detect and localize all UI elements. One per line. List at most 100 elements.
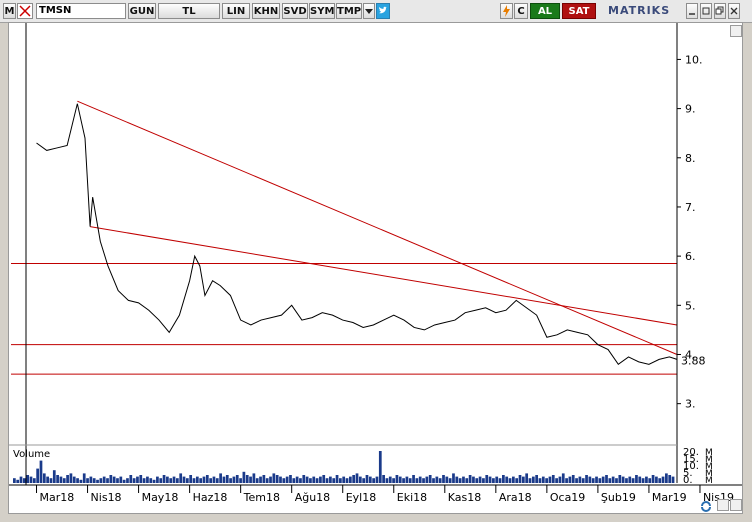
volume-bar <box>225 475 229 483</box>
volume-bar <box>402 478 405 483</box>
volume-bar <box>358 476 362 483</box>
volume-bar <box>498 478 502 483</box>
scale-button-khn[interactable]: KHN <box>252 3 280 19</box>
volume-bar <box>502 475 505 483</box>
volume-bar <box>152 479 156 483</box>
volume-bar <box>588 476 592 483</box>
volume-bar <box>315 478 319 483</box>
volume-bar <box>488 476 492 483</box>
period-button[interactable]: GUN <box>128 3 156 19</box>
trend-line <box>77 100 678 355</box>
volume-bar <box>575 478 578 483</box>
volume-bar <box>242 471 246 483</box>
x-tick-label: Eki18 <box>397 491 427 504</box>
volume-bar <box>538 478 542 483</box>
volume-bar <box>189 475 193 483</box>
volume-bar <box>648 478 652 483</box>
volume-bar <box>362 478 366 483</box>
volume-bar <box>595 476 598 483</box>
volume-bar <box>591 478 595 483</box>
volume-bar <box>86 478 89 483</box>
volume-bar <box>435 476 439 483</box>
volume-bar <box>422 478 425 483</box>
scroll-up-button[interactable] <box>730 25 742 37</box>
volume-bar <box>235 475 239 483</box>
volume-bar <box>618 475 622 483</box>
x-tick-label: Oca19 <box>550 491 585 504</box>
volume-bar <box>452 473 455 483</box>
buy-button[interactable]: AL <box>530 3 560 19</box>
volume-bar <box>608 478 612 483</box>
volume-bar <box>395 475 399 483</box>
scroll-left-button[interactable] <box>717 499 729 511</box>
volume-bar <box>116 478 119 483</box>
volume-bar <box>302 475 306 483</box>
price-chart[interactable]: 3.4.5.6.7.8.9.10. 3.88 Volume 20. M15. M10.… <box>9 23 742 513</box>
volume-bar <box>518 475 522 483</box>
volume-bar <box>92 478 96 483</box>
volume-bar <box>671 476 675 483</box>
volume-bar <box>661 476 665 483</box>
volume-bar <box>625 478 628 483</box>
x-tick-label: Mar19 <box>652 491 687 504</box>
volume-bar <box>455 476 459 483</box>
volume-bar <box>146 476 149 483</box>
volume-bar <box>46 476 49 483</box>
volume-bar <box>605 475 608 483</box>
volume-bar <box>578 476 582 483</box>
mode-button[interactable]: M <box>3 3 16 19</box>
volume-bar <box>655 476 658 483</box>
volume-bar <box>322 475 326 483</box>
maximize-button[interactable] <box>700 3 712 19</box>
close-button[interactable] <box>728 3 740 19</box>
volume-bar <box>102 476 106 483</box>
scale-button-tmp[interactable]: TMP <box>336 3 362 19</box>
volume-bar <box>119 476 123 483</box>
dropdown-arrow-icon[interactable] <box>363 3 375 19</box>
volume-bar <box>16 479 20 483</box>
chart-type-icon[interactable] <box>17 3 33 19</box>
volume-bar <box>475 478 479 483</box>
volume-bar <box>345 478 349 483</box>
volume-bar <box>485 475 489 483</box>
volume-bar <box>29 476 33 483</box>
volume-bar <box>212 476 216 483</box>
volume-bar <box>432 478 435 483</box>
volume-bar <box>528 478 532 483</box>
volume-bar <box>312 476 316 483</box>
volume-bar <box>262 475 266 483</box>
volume-bar <box>172 476 176 483</box>
volume-bar <box>472 476 475 483</box>
volume-bar <box>66 475 69 483</box>
y-tick-label: 9. <box>685 103 696 116</box>
currency-button[interactable]: TL <box>158 3 220 19</box>
sync-icon[interactable] <box>699 498 713 512</box>
volume-bar <box>96 479 99 483</box>
volume-bar <box>209 478 212 483</box>
volume-bar <box>199 478 203 483</box>
lightning-icon[interactable] <box>500 3 513 19</box>
scroll-right-button[interactable] <box>730 499 742 511</box>
volume-bar <box>641 478 645 483</box>
volume-bar <box>22 478 26 483</box>
refresh-button[interactable]: C <box>514 3 528 19</box>
volume-bar <box>372 478 376 483</box>
volume-bar <box>69 473 73 483</box>
volume-bar <box>252 473 256 483</box>
volume-bar <box>112 476 116 483</box>
volume-bar <box>76 478 79 483</box>
volume-bar <box>265 478 269 483</box>
twitter-icon[interactable] <box>376 3 390 19</box>
sell-button[interactable]: SAT <box>562 3 596 19</box>
scale-button-svd[interactable]: SVD <box>282 3 308 19</box>
volume-bar <box>385 478 389 483</box>
volume-bar <box>348 476 352 483</box>
scale-button-lin[interactable]: LIN <box>222 3 250 19</box>
symbol-input[interactable]: TMSN <box>36 3 126 19</box>
scale-button-sym[interactable]: SYM <box>309 3 335 19</box>
volume-bar <box>631 478 635 483</box>
restore-button[interactable] <box>714 3 726 19</box>
volume-bar <box>139 475 143 483</box>
minimize-button[interactable] <box>686 3 698 19</box>
volume-bar <box>39 460 43 483</box>
